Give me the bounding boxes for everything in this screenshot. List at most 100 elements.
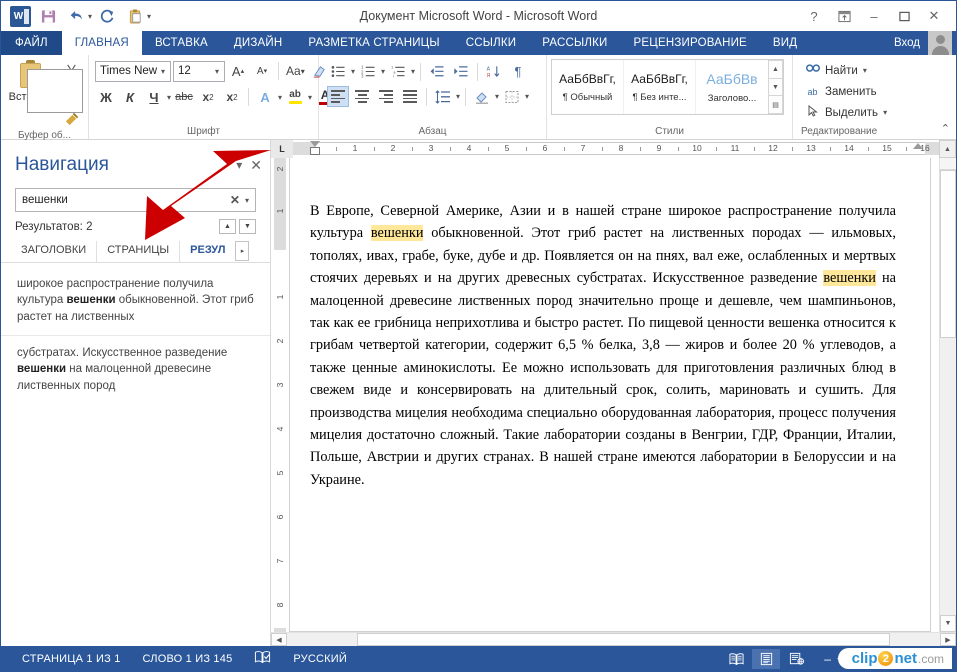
list-item[interactable]: субстратах. Искусственное разведение веш…: [1, 336, 270, 404]
hscroll-track-right[interactable]: [890, 633, 940, 646]
style-item-heading1[interactable]: АаБбВв Заголово...: [696, 60, 768, 114]
scrollbar-track[interactable]: [940, 338, 956, 615]
search-input[interactable]: вешенки ✕ ▾: [15, 188, 256, 212]
minimize-button[interactable]: –: [860, 4, 888, 28]
styles-scroll-down-icon[interactable]: ▼: [768, 78, 783, 97]
maximize-button[interactable]: [890, 4, 918, 28]
line-spacing-icon[interactable]: [432, 86, 454, 107]
document-page[interactable]: В Европе, Северной Америке, Азии и в наш…: [289, 158, 931, 632]
tab-stop-selector[interactable]: L: [271, 140, 293, 158]
strikethrough-button[interactable]: abc: [173, 86, 195, 108]
view-web-layout-icon[interactable]: [782, 649, 810, 669]
avatar[interactable]: [928, 31, 952, 55]
undo-icon[interactable]: [63, 4, 89, 28]
vertical-scrollbar[interactable]: ▼: [939, 158, 956, 632]
justify-icon[interactable]: [399, 86, 421, 107]
status-word-count[interactable]: СЛОВО 1 ИЗ 145: [132, 653, 244, 665]
bullets-icon[interactable]: [327, 61, 349, 82]
status-page[interactable]: СТРАНИЦА 1 ИЗ 1: [11, 653, 132, 665]
list-item[interactable]: широкое распространение получила культур…: [1, 267, 270, 336]
subscript-button[interactable]: x2: [197, 86, 219, 108]
tab-home[interactable]: ГЛАВНАЯ: [61, 31, 142, 55]
find-dropdown-icon[interactable]: ▾: [863, 66, 867, 75]
proofing-icon[interactable]: [243, 650, 282, 667]
paste-button[interactable]: Вставить ▾: [5, 57, 83, 113]
select-dropdown-icon[interactable]: ▾: [883, 108, 887, 117]
navigation-options-icon[interactable]: ▾: [236, 158, 242, 172]
signin-area[interactable]: Вход: [894, 31, 956, 55]
horizontal-ruler[interactable]: L 1 2 3 4 5 6 7 8 9 10 11 12 13 14 15 16…: [271, 140, 956, 158]
hscrollbar-thumb[interactable]: [357, 633, 890, 646]
formatting-marks-icon[interactable]: ¶: [507, 61, 529, 82]
align-right-icon[interactable]: [375, 86, 397, 107]
underline-dropdown-icon[interactable]: ▾: [167, 93, 171, 102]
bullets-dropdown-icon[interactable]: ▾: [351, 67, 355, 76]
style-item-no-spacing[interactable]: АаБбВвГг, ¶ Без инте...: [624, 60, 696, 114]
nav-tab-results[interactable]: РЕЗУЛ: [180, 241, 235, 262]
highlight-dropdown-icon[interactable]: ▾: [308, 93, 312, 102]
collapse-ribbon-icon[interactable]: ⌃: [941, 122, 950, 135]
scroll-left-button[interactable]: ◀: [271, 633, 287, 646]
search-options-icon[interactable]: ▾: [245, 196, 251, 205]
previous-result-button[interactable]: ▲: [219, 219, 236, 234]
styles-more-icon[interactable]: ▤: [768, 96, 783, 115]
increase-indent-icon[interactable]: [450, 61, 472, 82]
decrease-indent-icon[interactable]: [426, 61, 448, 82]
numbering-dropdown-icon[interactable]: ▾: [381, 67, 385, 76]
line-spacing-dropdown-icon[interactable]: ▾: [456, 92, 460, 101]
find-button[interactable]: Найти ▾: [801, 60, 871, 81]
undo-dropdown-icon[interactable]: ▾: [88, 12, 92, 21]
navigation-close-icon[interactable]: ✕: [250, 157, 262, 174]
nav-tab-headings[interactable]: ЗАГОЛОВКИ: [11, 241, 98, 262]
next-result-button[interactable]: ▼: [239, 219, 256, 234]
tab-review[interactable]: РЕЦЕНЗИРОВАНИЕ: [621, 31, 760, 55]
customize-qat-icon[interactable]: ▾: [147, 12, 151, 21]
help-button[interactable]: ?: [800, 4, 828, 28]
tab-view[interactable]: ВИД: [760, 31, 810, 55]
numbering-icon[interactable]: 123: [357, 61, 379, 82]
scroll-right-button[interactable]: ▶: [940, 633, 956, 646]
text-effects-dropdown-icon[interactable]: ▾: [278, 93, 282, 102]
highlight-button[interactable]: ab: [284, 86, 306, 108]
shrink-font-button[interactable]: A ▾: [251, 60, 273, 82]
zoom-out-button[interactable]: –: [824, 652, 831, 666]
nav-tab-pages[interactable]: СТРАНИЦЫ: [97, 241, 181, 262]
hanging-indent-marker[interactable]: [310, 147, 320, 155]
view-print-layout-icon[interactable]: [752, 648, 781, 669]
scrollbar-thumb[interactable]: [940, 170, 956, 338]
tab-file[interactable]: ФАЙЛ: [1, 31, 62, 55]
tab-page-layout[interactable]: РАЗМЕТКА СТРАНИЦЫ: [295, 31, 452, 55]
tab-insert[interactable]: ВСТАВКА: [142, 31, 221, 55]
paste-qat-icon[interactable]: [122, 4, 148, 28]
style-item-normal[interactable]: АаБбВвГг, ¶ Обычный: [552, 60, 624, 114]
multilevel-dropdown-icon[interactable]: ▾: [411, 67, 415, 76]
shading-dropdown-icon[interactable]: ▾: [495, 92, 499, 101]
text-effects-button[interactable]: A: [254, 86, 276, 108]
align-center-icon[interactable]: [351, 86, 373, 107]
italic-button[interactable]: К: [119, 86, 141, 108]
select-button[interactable]: Выделить ▾: [801, 102, 891, 123]
status-language[interactable]: РУССКИЙ: [282, 653, 358, 665]
horizontal-scrollbar[interactable]: ◀ ▶: [271, 632, 956, 646]
superscript-button[interactable]: x2: [221, 86, 243, 108]
font-name-combo[interactable]: Times New R▾: [95, 60, 171, 82]
multilevel-list-icon[interactable]: 1ai: [387, 61, 409, 82]
shading-icon[interactable]: [471, 86, 493, 107]
tab-mailings[interactable]: РАССЫЛКИ: [529, 31, 620, 55]
redo-icon[interactable]: [94, 4, 120, 28]
close-button[interactable]: ✕: [920, 4, 948, 28]
nav-tabs-more-icon[interactable]: ▸: [235, 241, 250, 261]
save-icon[interactable]: [35, 4, 61, 28]
align-left-icon[interactable]: [327, 86, 349, 107]
underline-button[interactable]: Ч: [143, 86, 165, 108]
grow-font-button[interactable]: A ▴: [227, 60, 249, 82]
borders-dropdown-icon[interactable]: ▾: [525, 92, 529, 101]
sort-icon[interactable]: АЯ: [483, 61, 505, 82]
clear-search-icon[interactable]: ✕: [225, 193, 245, 207]
ribbon-display-options-icon[interactable]: [830, 4, 858, 28]
hscroll-track-left[interactable]: [287, 633, 357, 646]
replace-button[interactable]: ab Заменить: [801, 81, 881, 102]
styles-scroll[interactable]: ▲ ▼ ▤: [768, 60, 783, 115]
scroll-down-button[interactable]: ▼: [940, 615, 956, 632]
styles-scroll-up-icon[interactable]: ▲: [768, 60, 783, 79]
